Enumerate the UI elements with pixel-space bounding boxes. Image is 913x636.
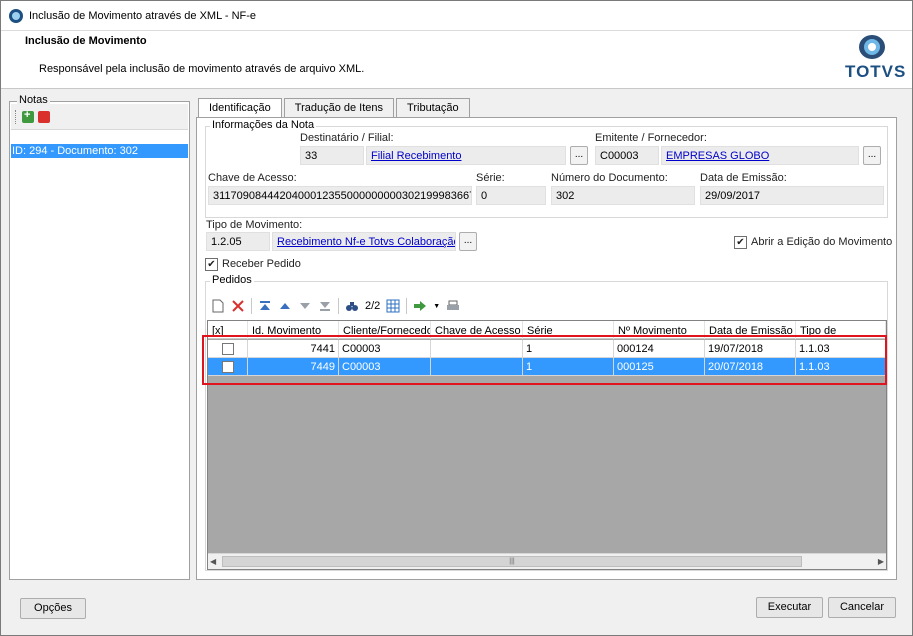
destinatario-label: Destinatário / Filial: bbox=[300, 132, 394, 144]
toolbar-separator bbox=[338, 298, 339, 314]
receber-pedido-checkbox[interactable] bbox=[205, 258, 218, 271]
delete-icon[interactable] bbox=[231, 299, 245, 313]
emitente-code-field[interactable]: C00003 bbox=[595, 146, 659, 165]
destinatario-name-link[interactable]: Filial Recebimento bbox=[371, 150, 461, 162]
tab-bar: Identificação Tradução de Itens Tributaç… bbox=[198, 98, 470, 119]
emitente-name-field[interactable]: EMPRESAS GLOBO bbox=[661, 146, 859, 165]
remove-nota-icon[interactable] bbox=[38, 110, 50, 123]
toolbar-separator bbox=[251, 298, 252, 314]
next-record-icon[interactable] bbox=[298, 299, 312, 313]
horizontal-scrollbar[interactable]: ◀ ||| ▶ bbox=[208, 553, 886, 569]
highlight-annotation bbox=[202, 335, 887, 385]
tipo-movimento-name-field[interactable]: Recebimento Nf-e Totvs Colaboração bbox=[272, 232, 456, 251]
serie-label: Série: bbox=[476, 172, 505, 184]
binoculars-search-icon[interactable] bbox=[345, 299, 359, 313]
toolbar-grip bbox=[15, 109, 18, 124]
first-record-icon[interactable] bbox=[258, 299, 272, 313]
tab-tributacao[interactable]: Tributação bbox=[396, 98, 470, 118]
tipo-movimento-code-field[interactable]: 1.2.05 bbox=[206, 232, 270, 251]
grid-view-icon[interactable] bbox=[386, 299, 400, 313]
previous-record-icon[interactable] bbox=[278, 299, 292, 313]
header-description: Responsável pela inclusão de movimento a… bbox=[39, 63, 365, 75]
print-icon[interactable] bbox=[446, 299, 460, 313]
notas-label: Notas bbox=[17, 94, 50, 106]
tab-identificacao[interactable]: Identificação bbox=[198, 98, 282, 119]
abrir-edicao-checkbox[interactable] bbox=[734, 236, 747, 249]
header-title: Inclusão de Movimento bbox=[25, 35, 147, 47]
app-icon bbox=[9, 8, 23, 23]
chave-acesso-field[interactable]: 3117090844420400012355000000000302199983… bbox=[208, 186, 472, 205]
title-bar: Inclusão de Movimento através de XML - N… bbox=[1, 1, 912, 31]
tipo-movimento-label: Tipo de Movimento: bbox=[206, 219, 303, 231]
scroll-left-icon[interactable]: ◀ bbox=[210, 557, 216, 566]
chave-acesso-label: Chave de Acesso: bbox=[208, 172, 297, 184]
pedidos-group: Pedidos 2/2 ▼ [x] Id. Movimento Cliente/… bbox=[205, 274, 888, 571]
informacoes-nota-title: Informações da Nota bbox=[210, 119, 317, 131]
last-record-icon[interactable] bbox=[318, 299, 332, 313]
data-emissao-label: Data de Emissão: bbox=[700, 172, 787, 184]
abrir-edicao-label: Abrir a Edição do Movimento bbox=[751, 236, 893, 248]
scroll-right-icon[interactable]: ▶ bbox=[878, 557, 884, 566]
numero-documento-label: Número do Documento: bbox=[551, 172, 668, 184]
notas-toolbar bbox=[11, 104, 188, 130]
totvs-logo: TOTVS bbox=[843, 35, 907, 85]
notas-frame: ID: 294 - Documento: 302 bbox=[9, 101, 190, 580]
pedidos-title: Pedidos bbox=[210, 274, 254, 286]
numero-documento-field[interactable]: 302 bbox=[551, 186, 695, 205]
totvs-logo-mark-icon bbox=[859, 35, 885, 59]
serie-field[interactable]: 0 bbox=[476, 186, 546, 205]
export-dropdown-chevron-icon[interactable]: ▼ bbox=[433, 303, 440, 310]
page-counter: 2/2 bbox=[365, 300, 381, 312]
emitente-lookup-button[interactable]: ... bbox=[863, 146, 881, 165]
emitente-name-link[interactable]: EMPRESAS GLOBO bbox=[666, 150, 769, 162]
export-icon[interactable] bbox=[413, 299, 427, 313]
opcoes-button[interactable]: Opções bbox=[20, 598, 86, 619]
informacoes-nota-group: Informações da Nota Destinatário / Filia… bbox=[205, 119, 888, 218]
receber-pedido-label: Receber Pedido bbox=[222, 258, 301, 270]
emitente-label: Emitente / Fornecedor: bbox=[595, 132, 707, 144]
scroll-thumb[interactable]: ||| bbox=[222, 556, 802, 567]
window-title: Inclusão de Movimento através de XML - N… bbox=[29, 9, 257, 22]
add-nota-icon[interactable] bbox=[22, 109, 34, 123]
notas-list-item[interactable]: ID: 294 - Documento: 302 bbox=[11, 144, 188, 158]
notas-panel: ID: 294 - Documento: 302 Notas bbox=[9, 94, 190, 580]
toolbar-separator bbox=[406, 298, 408, 314]
header-banner: Inclusão de Movimento Responsável pela i… bbox=[1, 31, 912, 89]
app-window: Inclusão de Movimento através de XML - N… bbox=[0, 0, 913, 636]
data-emissao-field[interactable]: 29/09/2017 bbox=[700, 186, 884, 205]
destinatario-code-field[interactable]: 33 bbox=[300, 146, 364, 165]
cancelar-button[interactable]: Cancelar bbox=[828, 597, 896, 618]
pedidos-toolbar: 2/2 ▼ bbox=[207, 294, 886, 318]
tipo-movimento-name-link[interactable]: Recebimento Nf-e Totvs Colaboração bbox=[277, 236, 455, 248]
tipo-movimento-lookup-button[interactable]: ... bbox=[459, 232, 477, 251]
totvs-logo-text: TOTVS bbox=[845, 62, 907, 81]
destinatario-lookup-button[interactable]: ... bbox=[570, 146, 588, 165]
tab-traducao-itens[interactable]: Tradução de Itens bbox=[283, 98, 395, 118]
executar-button[interactable]: Executar bbox=[756, 597, 823, 618]
new-document-icon[interactable] bbox=[211, 299, 225, 313]
destinatario-name-field[interactable]: Filial Recebimento bbox=[366, 146, 566, 165]
